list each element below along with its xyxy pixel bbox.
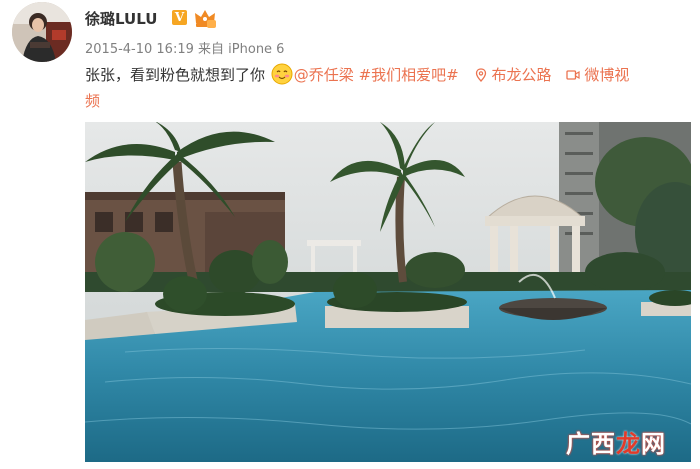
username-link[interactable]: 徐璐LULU [85, 8, 157, 29]
mention-link[interactable]: @乔任梁 [294, 66, 354, 84]
avatar[interactable] [12, 2, 72, 62]
video-label-continued: 频 [85, 92, 101, 110]
watermark-prefix: 广西 [566, 430, 616, 458]
post-content: 张张，看到粉色就想到了你 @乔任梁 #我们相爱吧# 布龙公路 微博视频 [85, 62, 685, 114]
video-camera-icon [566, 70, 580, 80]
pool-scene-image [85, 122, 691, 462]
verified-badge-icon[interactable]: V [172, 10, 187, 25]
post-meta: 2015-4-10 16:19 来自 iPhone 6 [85, 38, 284, 57]
hashtag-link[interactable]: #我们相爱吧# [359, 66, 459, 84]
crown-member-icon[interactable] [193, 7, 217, 29]
location-label: 布龙公路 [491, 66, 552, 84]
site-watermark: 广西龙网 [566, 424, 666, 459]
video-label: 微博视 [584, 66, 630, 84]
post-timestamp-link[interactable]: 2015-4-10 16:19 [85, 42, 194, 57]
post-video-thumbnail[interactable] [85, 122, 691, 462]
location-pin-icon [475, 68, 486, 82]
post-text: 张张，看到粉色就想到了你 [85, 66, 266, 84]
watermark-accent: 龙 [616, 430, 641, 458]
watermark-suffix: 网 [641, 430, 666, 458]
source-device-link[interactable]: iPhone 6 [228, 42, 284, 57]
source-prefix: 来自 [198, 42, 225, 57]
shy-smile-emoji-icon [271, 63, 293, 85]
avatar-photo [12, 2, 72, 62]
location-link[interactable]: 布龙公路 [464, 66, 552, 84]
